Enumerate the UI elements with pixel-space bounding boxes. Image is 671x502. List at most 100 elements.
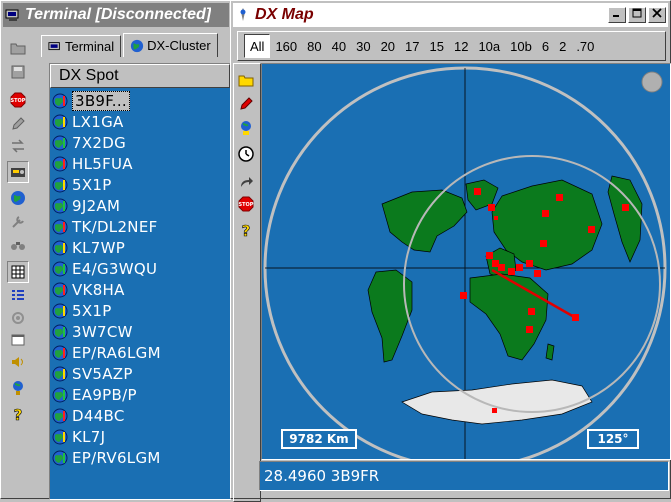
minimize-icon — [613, 15, 619, 17]
cluster-view-icon[interactable] — [7, 285, 29, 307]
dxmap-titlebar[interactable]: DX Map — [233, 3, 668, 27]
terminal-tab-icon — [48, 41, 60, 50]
minimize-button[interactable] — [608, 7, 626, 23]
dx-spot-row[interactable]: 3W7CW — [50, 321, 230, 342]
dx-spot-row[interactable]: LX1GA — [50, 111, 230, 132]
close-button[interactable] — [648, 7, 666, 23]
band-button[interactable]: 80 — [302, 34, 326, 58]
dx-spot-callsign: EP/RA6LGM — [72, 343, 161, 362]
stop-sign-icon[interactable]: STOP — [7, 89, 29, 111]
dx-spot-callsign: D44BC — [72, 406, 125, 425]
pencil-icon[interactable] — [235, 93, 257, 115]
dx-spot-row[interactable]: VK8HA — [50, 279, 230, 300]
dx-spot-row[interactable]: KL7WP — [50, 237, 230, 258]
dx-spot-rows: 3B9F... LX1GA 7X2DG HL5FUA 5X1P 9J2AM TK/DL2NE… — [50, 88, 230, 468]
dx-map-area[interactable] — [261, 63, 671, 460]
dx-spot-row[interactable]: 7X2DG — [50, 132, 230, 153]
speaker-icon[interactable] — [7, 351, 29, 373]
dx-spot-row[interactable]: EA9PB/P — [50, 384, 230, 405]
wrench-icon[interactable] — [7, 211, 29, 233]
clock-icon[interactable] — [235, 143, 257, 165]
dx-spot-callsign: HL5FUA — [72, 154, 133, 173]
globe-spot-icon — [52, 408, 68, 423]
band-button[interactable]: 2 — [554, 34, 571, 58]
status-bar: 28.4960 3B9FR — [259, 461, 669, 491]
band-button[interactable]: .70 — [571, 34, 599, 58]
help-icon[interactable]: ? — [235, 219, 257, 241]
band-button[interactable]: 17 — [400, 34, 424, 58]
earth-person-icon[interactable] — [7, 377, 29, 399]
dx-spot-row[interactable]: TK/DL2NEF — [50, 216, 230, 237]
dx-spot-callsign: 3B9F... — [72, 90, 130, 111]
dx-spot-row[interactable]: 5X1P — [50, 174, 230, 195]
grid-list-icon[interactable] — [7, 261, 29, 283]
transfer-icon[interactable] — [7, 135, 29, 157]
globe-spot-icon — [52, 177, 68, 192]
band-button[interactable]: 40 — [327, 34, 351, 58]
globe-icon[interactable] — [7, 187, 29, 209]
map-person-icon[interactable] — [235, 117, 257, 139]
globe-spot-icon — [52, 198, 68, 213]
tab-dx-cluster-label: DX-Cluster — [147, 38, 211, 53]
dx-spot-row[interactable]: 5X1P — [50, 300, 230, 321]
band-button[interactable]: 10b — [505, 34, 537, 58]
dx-spot-row[interactable]: D44BC — [50, 405, 230, 426]
spot-marker — [474, 188, 481, 195]
dx-spot-list[interactable]: DX Spot 3B9F... LX1GA 7X2DG HL5FUA 5X1P 9J2AM… — [49, 63, 231, 500]
terminal-titlebar[interactable]: Terminal [Disconnected] — [3, 3, 229, 27]
svg-text:STOP: STOP — [239, 202, 254, 208]
band-button[interactable]: All — [244, 34, 271, 58]
network-icon[interactable] — [7, 307, 29, 329]
save-disk-icon[interactable] — [7, 61, 29, 83]
dx-spot-callsign: EP/RV6LGM — [72, 448, 161, 467]
dx-spot-callsign: EA9PB/P — [72, 385, 137, 404]
redo-arrow-icon[interactable] — [235, 171, 257, 193]
pencil-icon[interactable] — [7, 113, 29, 135]
spot-marker — [540, 240, 547, 247]
dxmap-window: DX Map All 160 80 40 30 20 17 15 12 10a 10b 6 2.70 S… — [230, 0, 671, 502]
globe-spot-icon — [52, 387, 68, 402]
open-folder-icon[interactable] — [7, 37, 29, 59]
spot-marker — [486, 252, 493, 259]
band-button[interactable]: 20 — [376, 34, 400, 58]
tab-terminal-label: Terminal — [65, 39, 115, 54]
terminal-title: Terminal [Disconnected] — [25, 6, 212, 23]
dx-spot-row[interactable]: 3B9F... — [50, 90, 230, 111]
tab-dx-cluster[interactable]: DX-Cluster — [123, 33, 218, 57]
globe-spot-icon — [52, 450, 68, 465]
dx-spot-row[interactable]: EP/RV6LGM — [50, 447, 230, 468]
binoculars-icon[interactable] — [7, 233, 29, 255]
window-icon[interactable] — [7, 329, 29, 351]
band-button[interactable]: 30 — [351, 34, 375, 58]
band-button[interactable]: 12 — [449, 34, 473, 58]
globe-spot-icon — [52, 240, 68, 255]
dx-spot-row[interactable]: HL5FUA — [50, 153, 230, 174]
dx-spot-row[interactable]: E4/G3WQU — [50, 258, 230, 279]
help-icon[interactable]: ? — [7, 403, 29, 425]
dxmap-title: DX Map — [255, 6, 314, 23]
globe-spot-icon — [52, 114, 68, 129]
dx-spot-row[interactable]: KL7J — [50, 426, 230, 447]
spot-marker — [516, 264, 523, 271]
dx-spot-callsign: TK/DL2NEF — [72, 217, 158, 236]
radio-rig-icon[interactable] — [7, 161, 29, 183]
spot-marker — [556, 194, 563, 201]
bearing-readout: 125° — [587, 429, 639, 449]
maximize-button[interactable] — [628, 7, 646, 23]
band-button[interactable]: 15 — [425, 34, 449, 58]
open-folder-icon[interactable] — [235, 69, 257, 91]
tab-terminal[interactable]: Terminal — [41, 35, 122, 57]
dxmap-app-icon — [240, 8, 246, 21]
dx-spot-callsign: 7X2DG — [72, 133, 127, 152]
dx-spot-row[interactable]: EP/RA6LGM — [50, 342, 230, 363]
dx-spot-row[interactable]: SV5AZP — [50, 363, 230, 384]
spot-marker — [492, 408, 497, 413]
azimuthal-map[interactable] — [262, 64, 670, 459]
band-button[interactable]: 10a — [473, 34, 505, 58]
globe-tab-icon — [131, 39, 144, 52]
dx-spot-column-header[interactable]: DX Spot — [50, 64, 230, 88]
stop-sign-icon[interactable]: STOP — [235, 193, 257, 215]
band-button[interactable]: 6 — [537, 34, 554, 58]
dx-spot-row[interactable]: 9J2AM — [50, 195, 230, 216]
band-button[interactable]: 160 — [270, 34, 302, 58]
